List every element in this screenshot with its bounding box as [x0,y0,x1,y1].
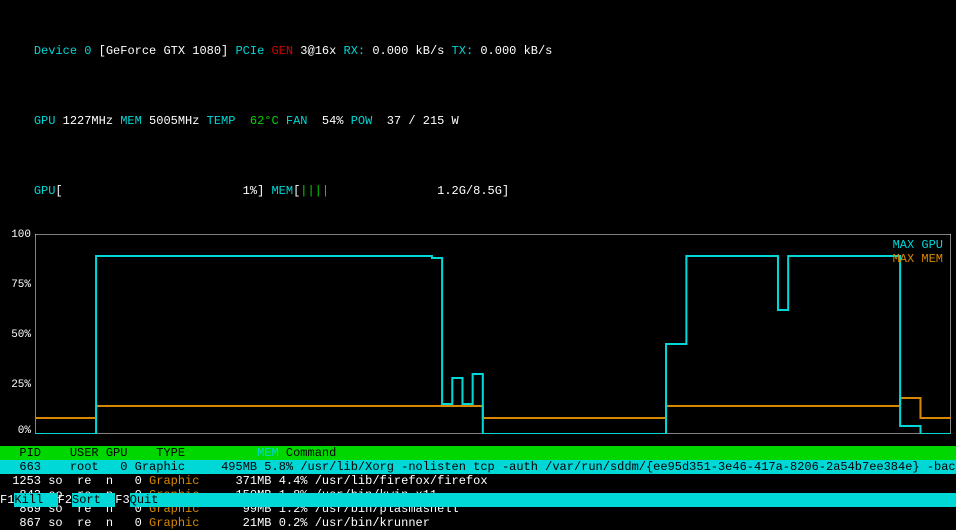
fan-val: 54% [322,114,351,128]
legend-mem: MAX MEM [893,252,943,266]
cell-pct: 4.4% [279,474,308,488]
gpu-clock-label: GPU [34,114,63,128]
f3-key[interactable]: F3 [115,493,129,507]
cell-user: so re n [48,474,113,488]
mem-bar-fill: |||| [300,184,329,198]
hdr-mem: MEM [257,446,279,460]
device-label: Device [34,44,84,58]
mem-series-line [35,398,951,418]
cell-pid: 1253 [5,474,41,488]
cell-pid: 663 [5,460,41,474]
y-tick: 100 [11,228,31,242]
gen-label: GEN [271,44,300,58]
gpu-bar-label: GPU [34,184,56,198]
f1-key[interactable]: F1 [0,493,14,507]
gpu-series-line [35,256,951,434]
cell-gpu: 0 [113,516,142,530]
hdr-user: USER [70,446,99,460]
rx-val: 0.000 kB/s [372,44,451,58]
cell-user: so re n [48,516,113,530]
chart-border [35,234,951,434]
cell-type: Graphic [149,516,199,530]
cell-mem: 371MB [199,474,271,488]
cell-pct: 0.2% [279,516,308,530]
cell-user: root [48,460,98,474]
legend-gpu: MAX GPU [893,238,943,252]
y-tick: 50% [11,328,31,342]
hdr-gpu: GPU [106,446,128,460]
table-row[interactable]: 867 so re n 0 Graphic 21MB 0.2% /usr/bin… [0,516,956,530]
status-header: Device 0 [GeForce GTX 1080] PCIe GEN 3@1… [0,0,956,226]
chart-plot-area: MAX GPU MAX MEM [35,234,951,434]
cell-pid: 867 [5,516,41,530]
utilization-chart: 100 75% 50% 25% 0% MAX GPU MAX MEM [5,234,951,434]
hdr-type: TYPE [156,446,185,460]
y-tick: 75% [11,278,31,292]
pow-val: 37 / 215 W [387,114,459,128]
table-header-row[interactable]: PID USER GPU TYPE MEM Command [0,446,956,460]
cell-gpu: 0 [113,474,142,488]
chart-legend: MAX GPU MAX MEM [893,238,943,266]
table-row[interactable]: 1253 so re n 0 Graphic 371MB 4.4% /usr/l… [0,474,956,488]
gpu-clock: 1227MHz [63,114,121,128]
gpu-name: [GeForce GTX 1080] [99,44,229,58]
tx-label: TX: [452,44,481,58]
pow-label: POW [351,114,387,128]
f3-label[interactable]: Quit [130,493,956,507]
cell-gpu: 0 [99,460,128,474]
f1-label[interactable]: Kill [14,493,57,507]
y-tick: 0% [18,424,31,438]
cell-command: /usr/bin/krunner [315,516,430,530]
pcie-label: PCIe [228,44,271,58]
process-table: PID USER GPU TYPE MEM Command 663 root 0… [0,446,956,530]
mem-clock: 5005MHz [149,114,207,128]
f2-key[interactable]: F2 [58,493,72,507]
cell-mem: 495MB [185,460,257,474]
gpu-bar-pct: 1% [243,184,257,198]
mem-bar-label: MEM [271,184,293,198]
cell-command: /usr/lib/Xorg -nolisten tcp -auth /var/r… [300,460,956,474]
f2-label[interactable]: Sort [72,493,115,507]
fkey-bar: F1Kill F2Sort F3Quit [0,493,956,507]
gen-val: 3@16x [300,44,343,58]
mem-bar-val: 1.2G/8.5G [437,184,502,198]
cell-type: Graphic [149,474,199,488]
y-tick: 25% [11,378,31,392]
fan-label: FAN [286,114,322,128]
tx-val: 0.000 kB/s [480,44,552,58]
hdr-command: Command [286,446,336,460]
cell-command: /usr/lib/firefox/firefox [315,474,488,488]
cell-mem: 21MB [199,516,271,530]
temp-label: TEMP [207,114,250,128]
table-row[interactable]: 663 root 0 Graphic 495MB 5.8% /usr/lib/X… [0,460,956,474]
chart-y-axis: 100 75% 50% 25% 0% [5,234,35,434]
chart-svg [35,234,951,434]
mem-clock-label: MEM [120,114,149,128]
rx-label: RX: [344,44,373,58]
hdr-pid: PID [19,446,41,460]
cell-type: Graphic [135,460,185,474]
temp-val: 62°C [250,114,286,128]
cell-pct: 5.8% [264,460,293,474]
